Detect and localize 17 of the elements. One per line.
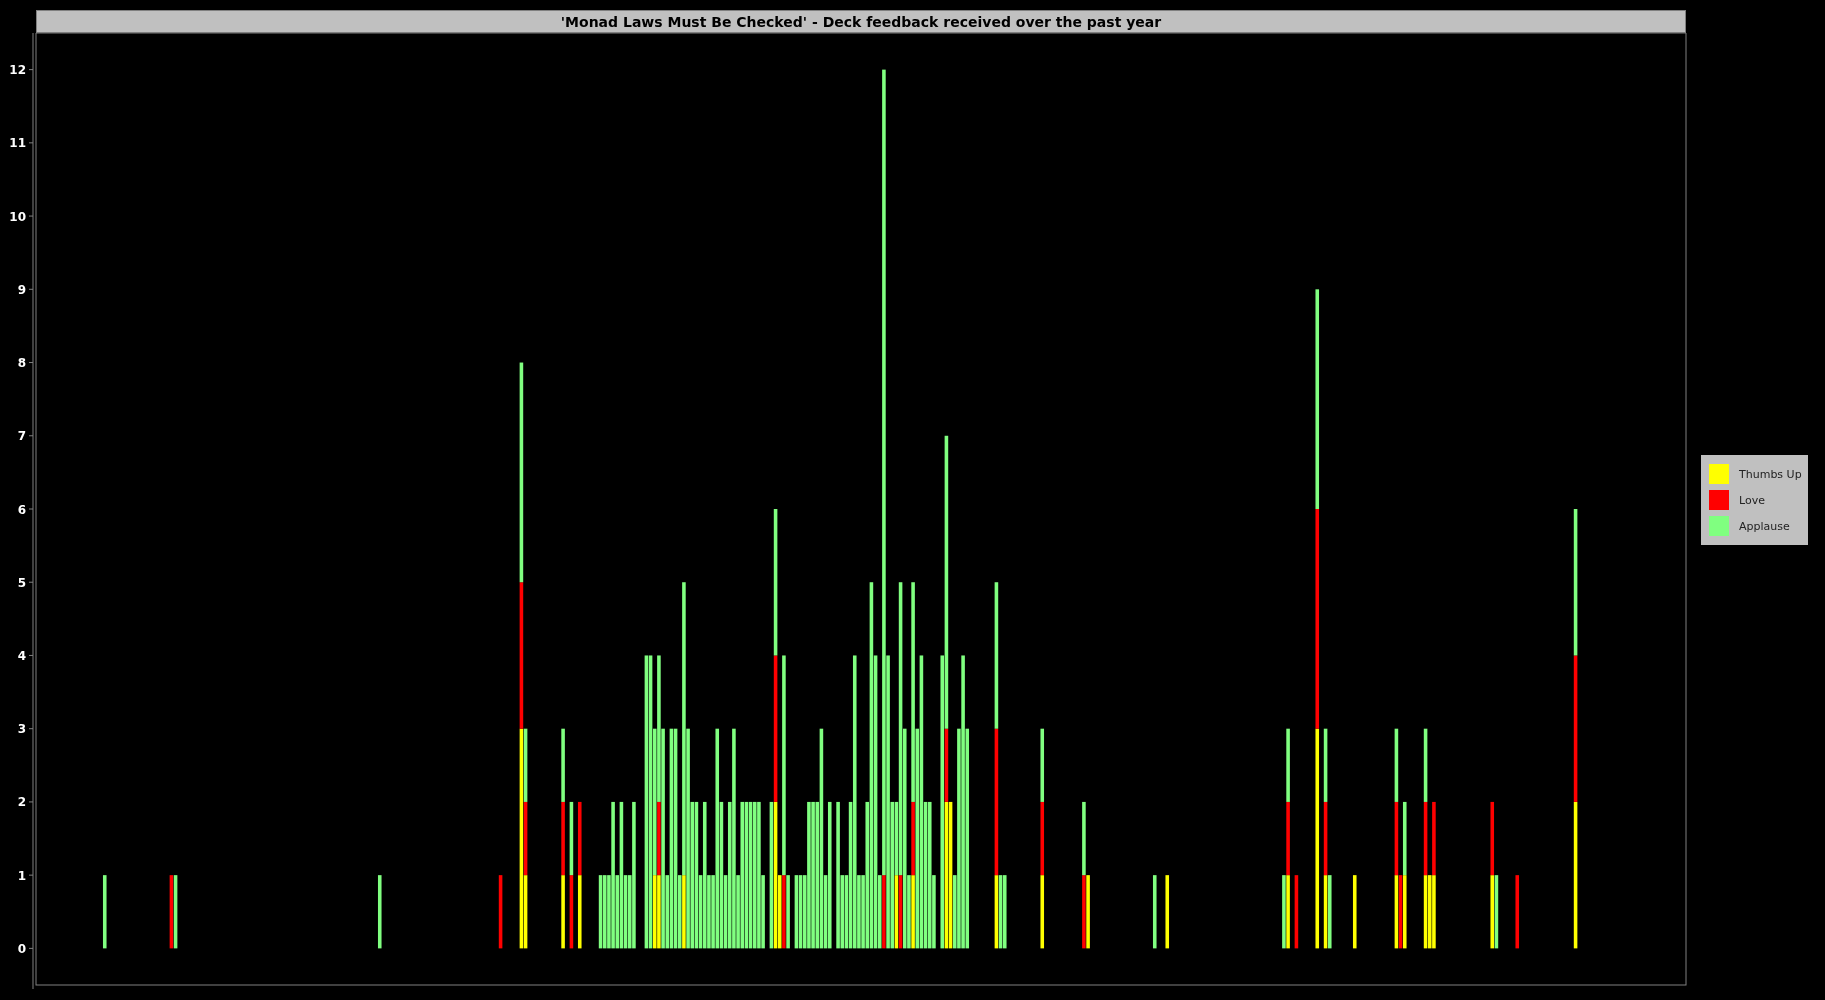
- axis-tick-label: 2: [17, 795, 26, 810]
- axis-tick-label: 11: [9, 136, 26, 151]
- legend-label: Thumbs Up: [1739, 467, 1802, 481]
- axis-tick-label: 12: [9, 63, 26, 78]
- chart-title: 'Monad Laws Must Be Checked' - Deck feedback received over the past year: [36, 10, 1686, 33]
- axis-tick-label: 7: [17, 429, 26, 444]
- legend-label: Applause: [1739, 519, 1790, 533]
- axis-tick-label: 8: [17, 356, 26, 371]
- axis-tick-label: 5: [17, 575, 26, 590]
- axis-tick-label: 10: [9, 209, 26, 224]
- legend-label: Love: [1739, 493, 1765, 507]
- axis-tick-label: 1: [17, 868, 26, 883]
- axis-tick-label: 3: [17, 722, 26, 737]
- axis-tick-label: 4: [17, 648, 26, 663]
- axis-tick-label: 9: [17, 282, 26, 297]
- axis-tick-label: 0: [17, 941, 26, 956]
- axis-tick-label: 6: [17, 502, 26, 517]
